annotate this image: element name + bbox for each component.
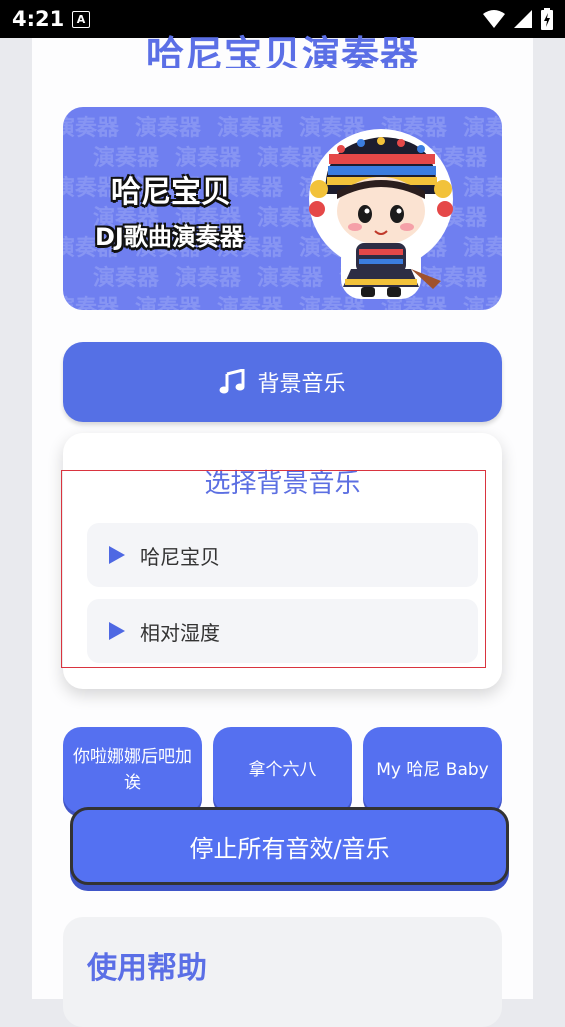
highlight-box xyxy=(61,470,486,668)
banner-pattern-text: 演奏器 xyxy=(217,295,284,310)
banner-subtitle: DJ歌曲演奏器 xyxy=(95,223,244,251)
banner-pattern-text: 演奏器 xyxy=(463,295,502,310)
help-card: 使用帮助 xyxy=(63,917,502,1027)
banner-pattern-text: 演奏器 xyxy=(63,115,120,141)
sfx-button-3[interactable]: My 哈尼 Baby xyxy=(363,727,502,813)
sfx-label: 你啦娜娜后吧加诶 xyxy=(73,747,192,793)
banner-image: 演奏器演奏器演奏器演奏器演奏器演奏器演奏器演奏器演奏器演奏器演奏器演奏器演奏器演… xyxy=(63,107,502,310)
sfx-label: 拿个六八 xyxy=(248,760,317,780)
sfx-button-1[interactable]: 你啦娜娜后吧加诶 xyxy=(63,727,202,813)
stop-all-label: 停止所有音效/音乐 xyxy=(189,834,390,863)
battery-icon xyxy=(541,8,553,30)
sfx-label: My 哈尼 Baby xyxy=(376,760,489,780)
help-title: 使用帮助 xyxy=(87,951,207,986)
banner-pattern-text: 演奏器 xyxy=(463,235,502,261)
banner-pattern-text: 演奏器 xyxy=(463,175,502,201)
stop-all-button[interactable]: 停止所有音效/音乐 xyxy=(70,807,509,885)
page-title: 哈尼宝贝演奏器 xyxy=(145,33,419,68)
cartoon-girl-image xyxy=(309,129,453,299)
background-music-button[interactable]: 背景音乐 xyxy=(63,342,502,422)
banner-pattern-text: 演奏器 xyxy=(175,265,242,291)
banner-pattern-text: 演奏器 xyxy=(135,295,202,310)
banner-pattern-text: 演奏器 xyxy=(93,265,160,291)
music-note-icon xyxy=(219,369,245,394)
banner-title: 哈尼宝贝 xyxy=(111,175,231,210)
banner-pattern-text: 演奏器 xyxy=(135,115,202,141)
banner-pattern-text: 演奏器 xyxy=(217,115,284,141)
sfx-button-2[interactable]: 拿个六八 xyxy=(213,727,352,813)
background-music-label: 背景音乐 xyxy=(257,372,346,397)
banner-pattern-text: 演奏器 xyxy=(63,295,120,310)
banner-pattern-text: 演奏器 xyxy=(463,115,502,141)
